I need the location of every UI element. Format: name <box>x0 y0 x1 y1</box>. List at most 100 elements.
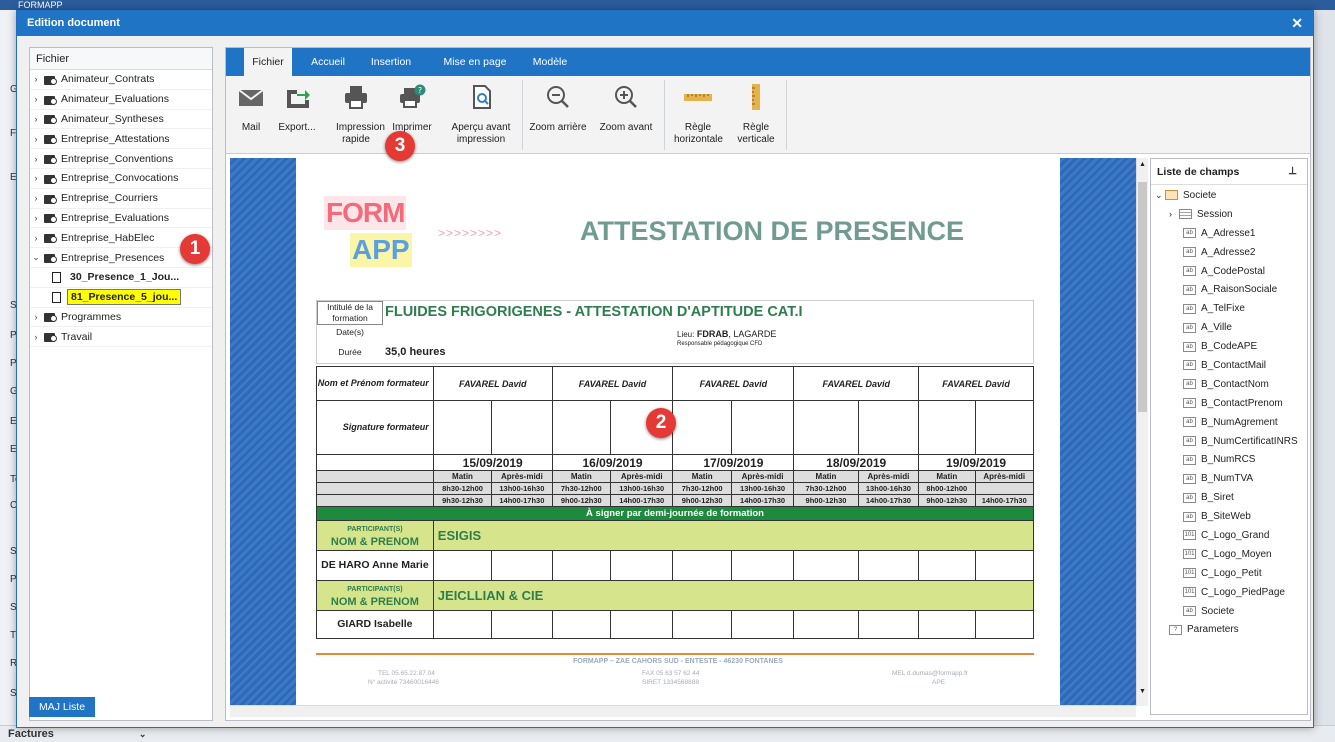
vertical-scrollbar[interactable]: ▲ ▼ <box>1136 158 1148 706</box>
tree-document[interactable]: 81_Presence_5_jou... <box>30 288 212 308</box>
tab-insertion[interactable]: Insertion <box>360 48 422 76</box>
chevron-down-icon[interactable]: ⌄ <box>30 252 42 263</box>
tree-folder[interactable]: › Animateur_Syntheses <box>30 110 212 130</box>
field-item[interactable]: ab B_NumTVA <box>1151 469 1307 488</box>
field-item[interactable]: ab B_CodeAPE <box>1151 337 1307 356</box>
text-field-icon: ab <box>1183 398 1196 409</box>
field-item[interactable]: ab B_SiteWeb <box>1151 507 1307 526</box>
zoom-in-icon <box>615 86 637 108</box>
chevron-right-icon[interactable]: › <box>30 74 42 84</box>
folder-icon <box>44 113 57 125</box>
tree-folder[interactable]: › Entreprise_Attestations <box>30 129 212 150</box>
tree-folder[interactable]: › Travail <box>30 327 212 348</box>
image-field-icon: 101 <box>1183 530 1196 541</box>
footer-mail: MEL d.dumas@formapp.fr <box>892 670 969 677</box>
chevron-right-icon[interactable]: › <box>30 233 42 243</box>
field-item[interactable]: ab A_Adresse2 <box>1151 243 1307 262</box>
tree-folder[interactable]: › Animateur_Contrats <box>30 70 212 90</box>
signature-cell <box>672 550 732 581</box>
chevron-right-icon[interactable]: › <box>30 134 42 144</box>
formateur-row: Nom et Prénom formateur FAVAREL David FAVA… <box>316 366 1034 401</box>
chevron-right-icon[interactable]: › <box>30 154 42 164</box>
tree-item-label: Entreprise_Conventions <box>61 152 174 165</box>
zoom-out-button[interactable]: Zoom arrière <box>526 76 590 154</box>
quick-print-button[interactable]: Impression rapide <box>328 76 385 154</box>
signature-cell <box>730 400 795 455</box>
signature-cell <box>857 610 920 639</box>
text-field-icon: ab <box>1183 606 1196 617</box>
table-icon <box>1179 209 1192 220</box>
field-session[interactable]: › Session <box>1151 205 1307 224</box>
empty-cell <box>316 470 434 483</box>
tree-item-label: Entreprise_Attestations <box>61 132 170 145</box>
tree-document[interactable]: 30_Presence_1_Jou... <box>30 268 212 288</box>
logo-app-text: APP <box>350 233 412 267</box>
chevron-right-icon[interactable]: › <box>30 332 42 342</box>
chevron-right-icon[interactable]: › <box>1169 209 1179 219</box>
matin-apres-midi-row: Matin Après-midi Matin Après-midi Matin Après… <box>316 470 1034 483</box>
chevron-right-icon[interactable]: › <box>30 312 42 322</box>
ribbon-separator <box>786 80 787 150</box>
field-item[interactable]: ab A_RaisonSociale <box>1151 280 1307 299</box>
tab-accueil[interactable]: Accueil <box>302 48 354 76</box>
field-root-societe[interactable]: ⌄ Societe <box>1151 186 1307 205</box>
export-label: Export... <box>278 122 316 133</box>
field-item[interactable]: 101 C_Logo_Petit <box>1151 564 1307 583</box>
chevron-right-icon[interactable]: › <box>30 173 42 183</box>
tree-folder[interactable]: › Animateur_Evaluations <box>30 90 212 110</box>
field-label: Session <box>1197 208 1233 220</box>
scroll-thumb[interactable] <box>1138 182 1147 412</box>
zoom-in-button[interactable]: Zoom avant <box>592 76 660 154</box>
export-icon <box>287 90 310 108</box>
apres-midi-label: Après-midi <box>609 470 674 483</box>
field-item[interactable]: ab Societe <box>1151 602 1307 621</box>
export-button[interactable]: Export... <box>272 76 322 154</box>
tab-mod-le[interactable]: Modèle <box>524 48 576 76</box>
horizontal-ruler-button[interactable]: Règle horizontale <box>668 76 728 154</box>
chevron-down-icon[interactable]: ⌄ <box>1155 190 1165 201</box>
print-preview-button[interactable]: Aperçu avant impression <box>444 76 518 154</box>
chevron-right-icon[interactable]: › <box>30 114 42 124</box>
mail-button[interactable]: Mail <box>232 76 270 154</box>
dates-label: Date(s) <box>336 327 364 337</box>
field-item[interactable]: ab A_Adresse1 <box>1151 224 1307 243</box>
tree-folder[interactable]: › Entreprise_Evaluations <box>30 209 212 229</box>
tree-item-label: Animateur_Syntheses <box>61 112 164 125</box>
field-item[interactable]: 101 C_Logo_PiedPage <box>1151 583 1307 602</box>
signature-cell <box>672 610 732 639</box>
factures-dropdown[interactable]: Factures ⌄ <box>8 728 146 740</box>
document-preview-area[interactable]: FORM APP >>>>>>>> ATTESTATION DE PRESENC… <box>230 158 1136 715</box>
horizontal-scrollbar[interactable] <box>230 705 1136 717</box>
field-label: C_Logo_Petit <box>1201 567 1262 579</box>
tab-fichier[interactable]: Fichier <box>244 48 292 76</box>
tree-folder[interactable]: › Entreprise_Convocations <box>30 169 212 189</box>
field-item[interactable]: ab B_ContactNom <box>1151 375 1307 394</box>
field-item[interactable]: ab B_NumAgrement <box>1151 413 1307 432</box>
tab-mise-en-page[interactable]: Mise en page <box>434 48 516 76</box>
chevron-right-icon[interactable]: › <box>30 94 42 104</box>
scroll-down-icon[interactable]: ▼ <box>1139 688 1146 695</box>
text-field-icon: ab <box>1183 322 1196 333</box>
field-item[interactable]: ab A_TelFixe <box>1151 299 1307 318</box>
chevron-right-icon[interactable]: › <box>30 213 42 223</box>
close-icon[interactable]: ✕ <box>1291 11 1303 36</box>
vertical-ruler-button[interactable]: Règle verticale <box>730 76 782 154</box>
maj-liste-button[interactable]: MAJ Liste <box>29 697 95 717</box>
horaire-cell: 9h00-12h30 <box>918 494 976 507</box>
tree-folder[interactable]: › Entreprise_Courriers <box>30 189 212 209</box>
field-item[interactable]: ab B_NumRCS <box>1151 450 1307 469</box>
tree-folder[interactable]: › Entreprise_Conventions <box>30 149 212 169</box>
field-item[interactable]: ab B_ContactMail <box>1151 356 1307 375</box>
field-item[interactable]: ab B_NumCertificatINRS <box>1151 432 1307 451</box>
field-item[interactable]: ab A_CodePostal <box>1151 262 1307 281</box>
field-item[interactable]: 101 C_Logo_Moyen <box>1151 545 1307 564</box>
field-item[interactable]: 101 C_Logo_Grand <box>1151 526 1307 545</box>
scroll-up-icon[interactable]: ▲ <box>1139 161 1146 168</box>
chevron-right-icon[interactable]: › <box>30 193 42 203</box>
field-parameters[interactable]: ? Parameters <box>1151 620 1307 639</box>
field-item[interactable]: ab B_ContactPrenom <box>1151 394 1307 413</box>
field-item[interactable]: ab A_Ville <box>1151 318 1307 337</box>
pin-icon[interactable]: ⊥ <box>1288 159 1297 185</box>
field-item[interactable]: ab B_Siret <box>1151 488 1307 507</box>
tree-folder[interactable]: › Programmes <box>30 308 212 328</box>
